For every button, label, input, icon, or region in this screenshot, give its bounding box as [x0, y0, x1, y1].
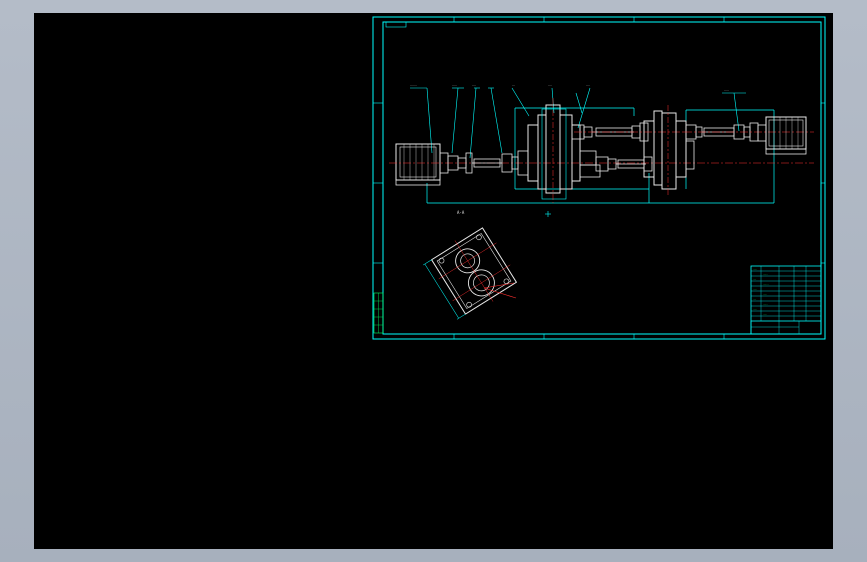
svg-text:....: .... [472, 83, 476, 87]
svg-text:.....: ..... [763, 293, 767, 296]
sheet-tag-box [385, 21, 407, 28]
svg-text:......: ...... [763, 273, 768, 276]
section-view-a-a [422, 227, 518, 320]
svg-text:.....: ..... [753, 288, 757, 291]
gearbox-left [527, 98, 601, 203]
gearbox-right [643, 105, 695, 195]
svg-text:.....: ..... [763, 313, 767, 316]
center-coupling-train [571, 122, 653, 172]
zone-marks-top [373, 17, 825, 339]
svg-text:.....: ..... [753, 308, 757, 311]
title-block: ........... ........... .......... .....… [750, 265, 822, 335]
svg-text:....: .... [753, 278, 756, 281]
datum-marker [545, 211, 551, 217]
svg-text:.....: ..... [724, 88, 729, 92]
revision-strip-lines [374, 293, 383, 333]
section-label: A-A [457, 210, 465, 215]
svg-text:....: .... [753, 298, 756, 301]
dimension-lines-top [426, 107, 775, 204]
leader-lines [410, 87, 746, 159]
cad-viewport[interactable]: ............ ....... ........ ..... A-A … [34, 13, 833, 549]
svg-text:.....: ..... [452, 83, 457, 87]
svg-text:.......: ....... [410, 83, 417, 87]
svg-text:.....: ..... [753, 268, 757, 271]
svg-text:...: ... [512, 83, 515, 87]
left-motor [395, 143, 449, 186]
svg-text:.......: ....... [763, 283, 769, 286]
svg-text:......: ...... [763, 303, 768, 306]
svg-text:....: .... [548, 83, 552, 87]
drawing-canvas: ............ ....... ........ ..... A-A … [372, 16, 826, 340]
svg-text:....: .... [586, 83, 590, 87]
right-motor [757, 116, 807, 155]
sheet-outer-border [372, 16, 826, 340]
